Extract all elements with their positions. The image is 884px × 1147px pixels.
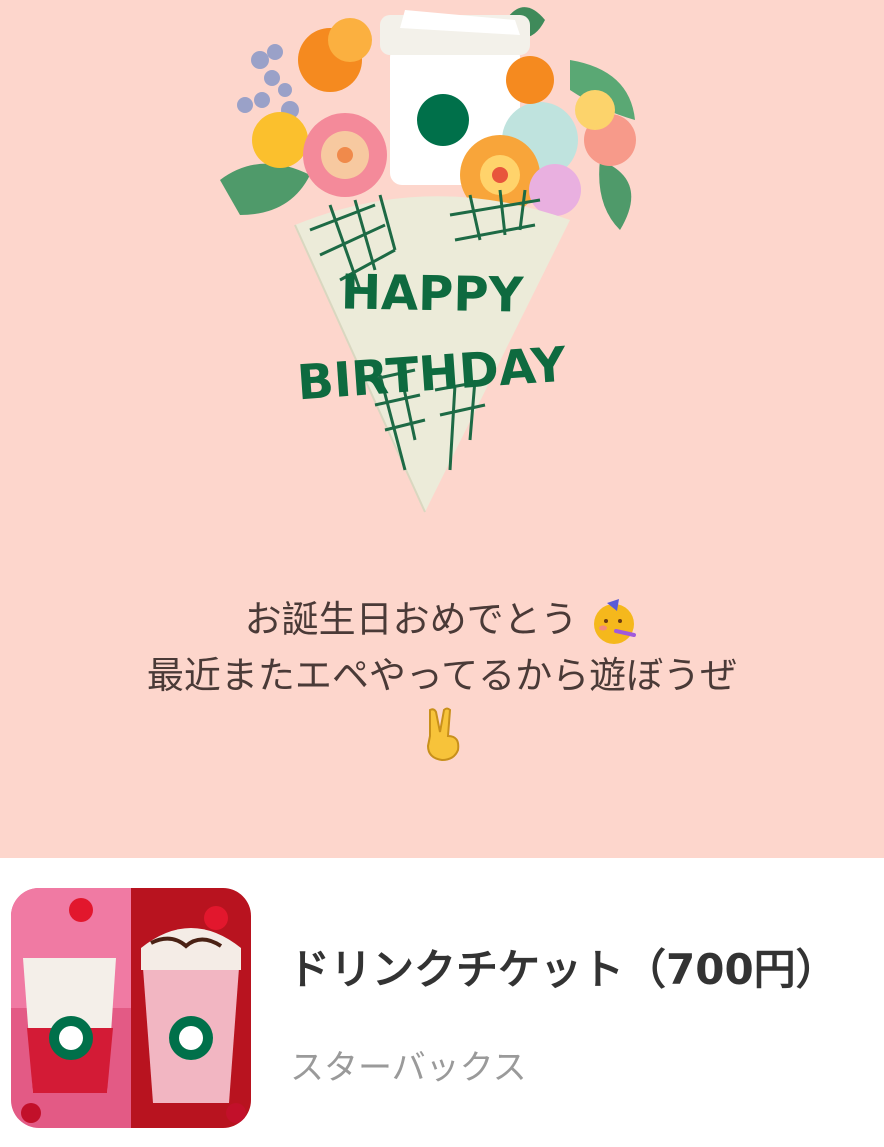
ticket-title: ドリンクチケット（700円） bbox=[288, 945, 838, 994]
birthday-bouquet-illustration: HAPPY BIRTHDAY bbox=[220, 7, 636, 513]
birthday-message: お誕生日おめでとう 最近またエペやってるから遊ぼうぜ bbox=[30, 592, 854, 762]
happy-text: HAPPY bbox=[340, 264, 525, 323]
message-line-1: お誕生日おめでとう bbox=[244, 598, 578, 641]
strawberry-frappuccino-image bbox=[11, 888, 251, 1128]
victory-hand-emoji bbox=[426, 707, 460, 761]
gift-card: HAPPY BIRTHDAY お誕生日おめでとう 最近またエペやってるから遊ぼう… bbox=[0, 0, 884, 858]
ticket-brand: スターバックス bbox=[290, 1048, 527, 1088]
birthday-text: BIRTHDAY bbox=[295, 337, 569, 412]
message-line-2: 最近またエペやってるから遊ぼうぜ bbox=[146, 654, 738, 697]
partying-face-emoji bbox=[594, 598, 637, 644]
ticket-image[interactable] bbox=[11, 888, 251, 1128]
